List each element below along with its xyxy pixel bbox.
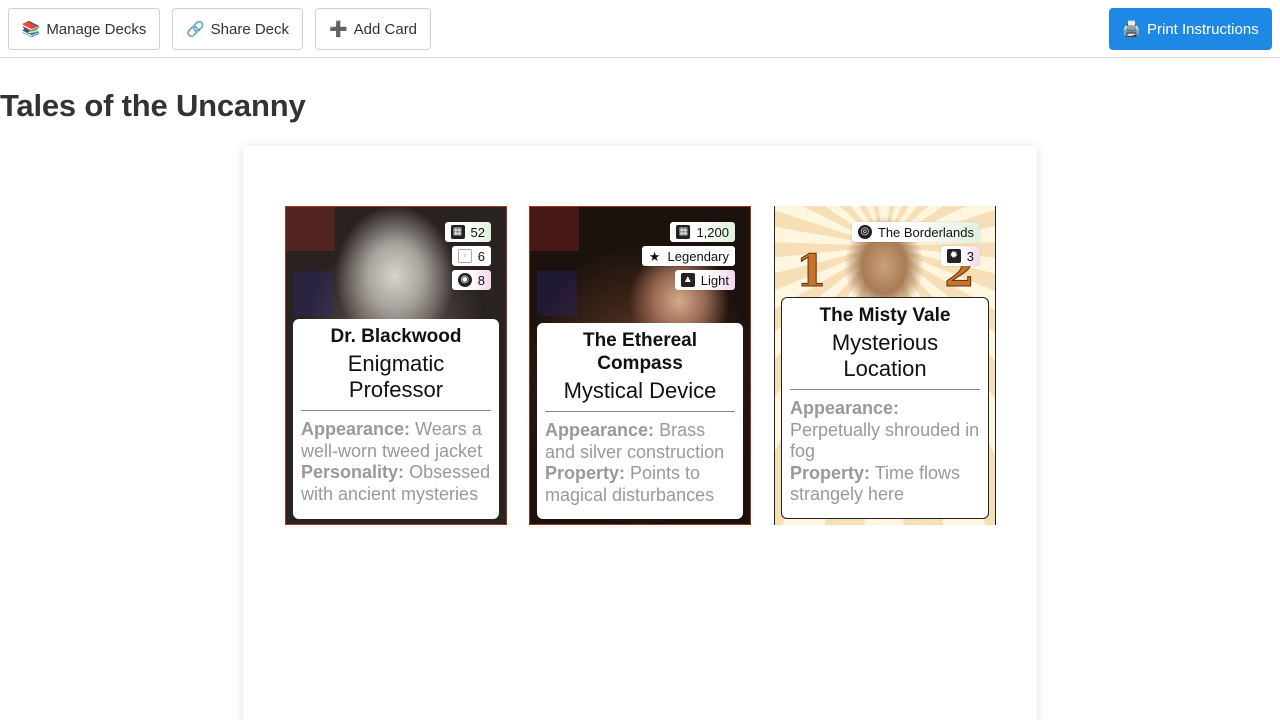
field-label: Appearance: [545,420,655,440]
card-type: Mystical Device [563,378,717,403]
print-instructions-button[interactable]: 🖨️ Print Instructions [1109,8,1272,50]
card-description: Appearance: Brass and silver constructio… [545,420,735,506]
brain-icon: ◉ [457,273,472,287]
stat-badge: ▦ 52 [444,222,491,242]
star-icon: ★ [648,248,661,264]
toolbar: 📚 Manage Decks 🔗 Share Deck ➕ Add Card 🖨… [0,0,1280,58]
printer-icon: 🖨️ [1122,20,1141,38]
card-description: Appearance: Perpetually shrouded in fog … [790,398,980,506]
stat-value: 1,200 [696,224,729,240]
card-misty-vale[interactable]: 1 2 ◎ The Borderlands ✹ 3 The Misty Vale… [774,206,996,525]
card-badges: ▦ 52 ▫ 6 ◉ 8 [444,222,491,290]
stat-value: Light [700,272,729,288]
film-icon: ▦ [450,225,465,239]
field-value: Perpetually shrouded in fog [790,419,980,462]
stat-badge: ▫ 6 [451,246,491,266]
field-label: Appearance: [790,398,900,418]
stat-value: 52 [470,224,485,240]
stat-value: 6 [477,248,485,264]
card-badges: ▦ 1,200 ★ Legendary ▲ Light [641,222,735,290]
divider [790,389,980,390]
card-dr-blackwood[interactable]: ▦ 52 ▫ 6 ◉ 8 Dr. Blackwood Enigmatic Pro… [285,206,507,525]
card-ethereal-compass[interactable]: ▦ 1,200 ★ Legendary ▲ Light The Ethereal… [529,206,751,525]
share-deck-button[interactable]: 🔗 Share Deck [172,8,303,50]
divider [545,411,735,412]
stat-badge: ◎ The Borderlands [851,222,980,242]
field-label: Property: [790,462,871,483]
card-description: Appearance: Wears a well-worn tweed jack… [301,419,491,505]
stat-badge: ▦ 1,200 [670,222,735,242]
field-label: Appearance: [301,419,411,439]
card-name: The Misty Vale [819,305,951,326]
card-text-panel: The Ethereal Compass Mystical Device App… [537,323,743,519]
coins-icon: ▦ [676,225,691,239]
divider [301,410,491,411]
field-label: Property: [545,463,626,483]
stat-badge: ✹ 3 [940,246,980,266]
field-label: Personality: [301,462,405,482]
add-card-button[interactable]: ➕ Add Card [315,8,431,50]
stat-badge: ◉ 8 [451,270,491,290]
stat-value: Legendary [667,248,729,264]
plus-icon: ➕ [328,20,348,38]
stat-value: 3 [966,248,974,264]
print-sheet: ▦ 52 ▫ 6 ◉ 8 Dr. Blackwood Enigmatic Pro… [243,146,1037,720]
books-icon: 📚 [21,20,41,38]
corner-number: 1 [796,246,828,298]
stat-badge: ★ Legendary [641,246,735,266]
card-text-panel: Dr. Blackwood Enigmatic Professor Appear… [293,319,499,519]
card-badges: ◎ The Borderlands ✹ 3 [851,222,980,266]
compass-icon: ◎ [857,225,872,239]
stat-badge: ▲ Light [674,270,735,290]
danger-icon: ✹ [946,249,961,263]
stat-value: The Borderlands [877,224,974,240]
stat-value: 8 [477,272,485,288]
print-instructions-label: Print Instructions [1146,20,1259,38]
card-name: The Ethereal Compass [582,330,698,374]
share-deck-label: Share Deck [210,20,290,38]
weight-icon: ▲ [680,273,695,287]
link-icon: 🔗 [185,20,205,38]
manage-decks-label: Manage Decks [46,20,147,38]
card-text-panel: The Misty Vale Mysterious Location Appea… [781,297,989,519]
add-card-label: Add Card [353,20,418,38]
deck-title: Tales of the Uncanny [0,88,306,123]
card-type: Mysterious Location [831,330,939,381]
card-type: Enigmatic Professor [347,351,445,402]
manage-decks-button[interactable]: 📚 Manage Decks [8,8,160,50]
card-name: Dr. Blackwood [330,326,462,347]
broken-image-icon: ▫ [457,249,472,263]
